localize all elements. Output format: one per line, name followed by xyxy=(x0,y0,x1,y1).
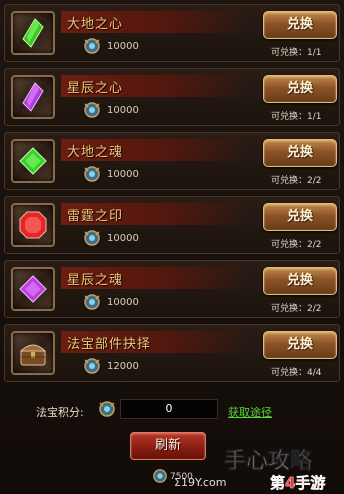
exchange-shop-panel: 大地之心 10000 兑换 可兑换：1/1 星辰之心 10000 兑换 可兑换：… xyxy=(0,0,344,494)
exchange-button[interactable]: 兑换 xyxy=(263,139,337,167)
exchange-button[interactable]: 兑换 xyxy=(263,331,337,359)
red-gem-icon xyxy=(19,211,47,239)
exchangeable-count: 可兑换：4/4 xyxy=(271,368,322,378)
item-cost: 10000 xyxy=(107,105,139,116)
item-cost: 10000 xyxy=(107,169,139,180)
treasure-points-icon xyxy=(99,401,115,417)
item-name: 大地之心 xyxy=(67,17,124,32)
exchange-item-row: 大地之魂 10000 兑换 可兑换：2/2 xyxy=(4,132,340,190)
exchange-item-row: 星辰之魂 10000 兑换 可兑换：2/2 xyxy=(4,260,340,318)
item-icon-frame xyxy=(11,75,55,119)
watermark-text: 手心攻略 xyxy=(224,448,313,474)
item-name: 法宝部件抉择 xyxy=(67,337,152,352)
exchangeable-count: 可兑换：2/2 xyxy=(271,240,322,250)
item-cost: 12000 xyxy=(107,361,139,372)
item-icon-frame xyxy=(11,139,55,183)
treasure-points-value: 0 xyxy=(120,399,218,419)
green-gem-icon xyxy=(19,147,47,175)
item-icon-frame xyxy=(11,267,55,311)
treasure-chest-icon xyxy=(19,344,47,366)
exchange-button[interactable]: 兑换 xyxy=(263,75,337,103)
item-cost: 10000 xyxy=(107,41,139,52)
exchange-item-row: 法宝部件抉择 12000 兑换 可兑换：4/4 xyxy=(4,324,340,382)
item-cost: 10000 xyxy=(107,297,139,308)
item-name: 星辰之心 xyxy=(67,81,124,96)
purple-crystal-icon xyxy=(22,82,44,112)
item-cost: 10000 xyxy=(107,233,139,244)
treasure-points-icon xyxy=(153,469,167,483)
exchange-button[interactable]: 兑换 xyxy=(263,11,337,39)
item-name: 雷霆之印 xyxy=(67,209,124,224)
treasure-points-icon xyxy=(84,230,100,246)
treasure-points-icon xyxy=(84,102,100,118)
get-points-link[interactable]: 获取途径 xyxy=(228,404,272,420)
green-crystal-icon xyxy=(22,18,44,48)
exchange-button[interactable]: 兑换 xyxy=(263,203,337,231)
item-icon-frame xyxy=(11,203,55,247)
treasure-points-icon xyxy=(84,166,100,182)
exchangeable-count: 可兑换：2/2 xyxy=(271,176,322,186)
item-name: 星辰之魂 xyxy=(67,273,124,288)
item-name: 大地之魂 xyxy=(67,145,124,160)
watermark-url: Σ19Y.com xyxy=(174,476,226,489)
watermark-sub: 第4手游 xyxy=(270,474,325,492)
treasure-points-label: 法宝积分: xyxy=(36,406,84,419)
item-icon-frame xyxy=(11,331,55,375)
treasure-points-icon xyxy=(84,294,100,310)
exchangeable-count: 可兑换：2/2 xyxy=(271,304,322,314)
purple-gem-icon xyxy=(19,275,47,303)
exchange-item-row: 大地之心 10000 兑换 可兑换：1/1 xyxy=(4,4,340,62)
treasure-points-icon xyxy=(84,38,100,54)
exchangeable-count: 可兑换：1/1 xyxy=(271,112,322,122)
exchangeable-count: 可兑换：1/1 xyxy=(271,48,322,58)
exchange-item-row: 雷霆之印 10000 兑换 可兑换：2/2 xyxy=(4,196,340,254)
treasure-points-icon xyxy=(84,358,100,374)
item-icon-frame xyxy=(11,11,55,55)
exchange-button[interactable]: 兑换 xyxy=(263,267,337,295)
site-watermark-logo: 手心攻略 第4手游 Σ19Y.com xyxy=(174,448,326,492)
exchange-item-row: 星辰之心 10000 兑换 可兑换：1/1 xyxy=(4,68,340,126)
